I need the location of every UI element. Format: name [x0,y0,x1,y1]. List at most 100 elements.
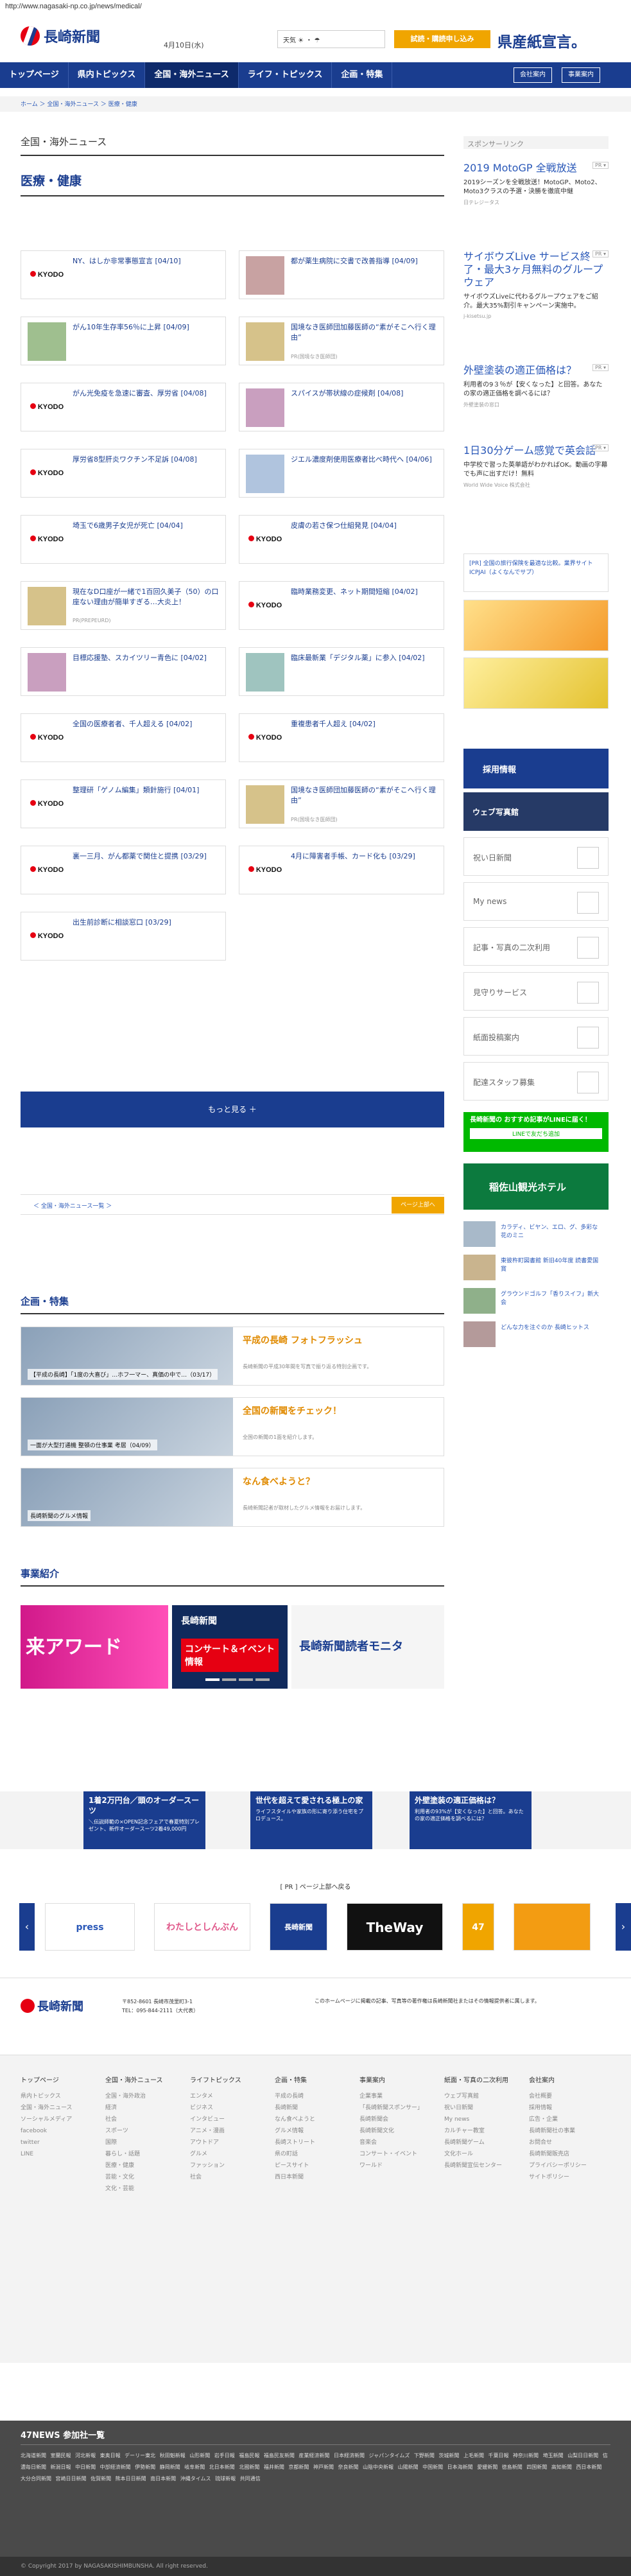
footer-link[interactable]: ソーシャルメディア [21,2114,91,2125]
footer-link[interactable]: 経済 [105,2102,176,2114]
slide-concert[interactable]: 長崎新聞 コンサート＆イベント情報 [172,1605,288,1689]
sidebar-ad[interactable]: PR ▾ 2019 MotoGP 全戦放送 2019シーズンを全戦放送！Moto… [463,162,609,206]
footer-link[interactable]: ピースサイト [275,2160,345,2171]
footer-link[interactable]: コンサート・イベント [359,2148,430,2160]
footer-link[interactable]: 県の町話 [275,2148,345,2160]
footer-link[interactable]: ワールド [359,2160,430,2171]
footer-col-head[interactable]: トップページ [21,2075,91,2084]
footer-link[interactable]: アニメ・漫画 [190,2125,261,2137]
footer-link[interactable]: ビジネス [190,2102,261,2114]
news47-list[interactable]: 北海道新聞 室蘭民報 河北新報 東奥日報 デーリー東北 秋田魁新報 山形新聞 岩… [21,2450,610,2485]
footer-link[interactable]: LINE [21,2148,91,2160]
banner-47[interactable]: 47 [462,1903,494,1951]
footer-link[interactable]: 文化・芸能 [105,2183,176,2195]
news-card[interactable]: 都が薬生病院に交書で改善指導 [04/09] [239,250,444,299]
news-card[interactable]: KYODO 皮膚の若さ保つ仕組発見 [04/04] [239,515,444,564]
line-banner[interactable]: 長崎新聞の おすすめ記事がLINEに届く！ LINEで友だち追加 [463,1112,609,1152]
footer-link[interactable]: 長崎新聞宣伝センター [444,2160,515,2171]
sidebar-box-watch[interactable]: 見守りサービス [463,972,609,1011]
footer-link[interactable]: My news [444,2114,515,2125]
slider-dots[interactable] [205,1678,270,1681]
hotel-banner[interactable]: 稲佐山観光ホテル [463,1163,609,1210]
footer-link[interactable]: 全国・海外ニュース [21,2102,91,2114]
pr-text-box[interactable]: [PR] 全国の旅行保険を最適な比較。業界サイト ICPJAI（よくなんでサプ） [463,553,609,592]
feature-item[interactable]: 長崎新聞のグルメ情報 なん食べようと？ 長崎新聞記者が取材したグルメ情報をお届け… [21,1468,444,1527]
footer-link[interactable]: 長崎新聞文化 [359,2125,430,2137]
footer-link[interactable]: インタビュー [190,2114,261,2125]
news-card[interactable]: KYODO 整理研「ゲノム編集」類針施行 [04/01] [21,779,226,828]
footer-ad[interactable]: 1着2万円台／頭のオーダースーツ ＼伝説師範の×OPEN記念フェアで春夏特別プレゼ… [83,1791,205,1849]
site-logo[interactable]: 長崎新聞 [21,26,100,46]
banner-nagasaki[interactable]: 長崎新聞 [270,1903,327,1951]
banner-other[interactable] [514,1903,591,1951]
banner-press[interactable]: press [45,1903,135,1951]
footer-col-head[interactable]: 全国・海外ニュース [105,2075,176,2084]
footer-link[interactable]: スポーツ [105,2125,176,2137]
trial-subscribe-button[interactable]: 試読・購読申し込み [394,30,490,48]
footer-link[interactable]: サイトポリシー [529,2171,600,2183]
news-card[interactable]: 現在なD口座が一緒で1百回久美子（50）の口座ない理由が簡単すぎる…大炎上！ PR… [21,581,226,630]
slide-monitor[interactable]: 長崎新聞読者モニタ [291,1605,444,1689]
footer-link[interactable]: エンタメ [190,2091,261,2102]
banner-theway[interactable]: TheWay [347,1903,443,1951]
footer-link[interactable]: 西日本新聞 [275,2171,345,2183]
news-card[interactable]: KYODO 裏一三月、がん都薬で関住と提携 [03/29] [21,846,226,894]
sidebar-box-reuse[interactable]: 記事・写真の二次利用 [463,927,609,966]
side-news-item[interactable]: 東彼杵町図書館 新旧40年度 読書愛国賞 [463,1255,609,1284]
news-card[interactable]: 目標応援塾、スカイツリー青色に [04/02] [21,647,226,696]
footer-link[interactable]: 長崎新聞社の事業 [529,2125,600,2137]
footer-ad[interactable]: 世代を超えて愛される極上の家 ライフスタイルや家族の形に寄り添う住宅をプロデュース… [250,1791,372,1849]
footer-link[interactable]: 長崎新聞販売店 [529,2148,600,2160]
footer-logo[interactable]: 長崎新聞 [21,1997,83,2014]
footer-link[interactable]: 会社概要 [529,2091,600,2102]
company-button[interactable]: 会社案内 [514,67,552,83]
side-news-item[interactable]: どんな力を注ぐのか 長崎ヒットス [463,1321,609,1351]
footer-link[interactable]: 県内トピックス [21,2091,91,2102]
footer-link[interactable]: 文化ホール [444,2148,515,2160]
banner-next-arrow-icon[interactable]: › [616,1903,631,1951]
footer-link[interactable]: 長崎新聞 [275,2102,345,2114]
business-slider[interactable]: 来アワード 長崎新聞 コンサート＆イベント情報 長崎新聞読者モニタ [21,1605,444,1689]
news-card[interactable]: がん10年生存率56％に上昇 [04/09] [21,317,226,365]
footer-link[interactable]: 国際 [105,2137,176,2148]
footer-link[interactable]: 音楽会 [359,2137,430,2148]
news-card[interactable]: KYODO 4月に障害者手帳、カード化も [03/29] [239,846,444,894]
footer-link[interactable]: ファッション [190,2160,261,2171]
footer-link[interactable]: 採用情報 [529,2102,600,2114]
news-card[interactable]: ジエル濃度剤使用医療者比べ時代へ [04/06] [239,449,444,498]
nav-national-news[interactable]: 全国・海外ニュース [145,62,239,88]
sidebar-box-delivery[interactable]: 配達スタッフ募集 [463,1062,609,1101]
side-news-item[interactable]: グラウンドゴルフ「香りスイフ」新大会 [463,1288,609,1318]
sidebar-box-submit[interactable]: 紙面投稿案内 [463,1017,609,1056]
news-card[interactable]: スパイスが帯状線の症候剤 [04/08] [239,383,444,431]
news-card[interactable]: KYODO 出生前診断に相談窓口 [03/29] [21,912,226,961]
footer-ad[interactable]: 外壁塗装の適正価格は？ 利用者の93%が【安くなった】と回答。あなたの家の適正価格… [410,1791,532,1849]
breadcrumb[interactable]: ホーム ＞ 全国・海外ニュース ＞ 医療・健康 [0,96,631,112]
footer-link[interactable]: 長崎ストリート [275,2137,345,2148]
back-to-list-link[interactable]: ＜ 全国・海外ニュース一覧 ＞ [33,1201,112,1210]
sidebar-ad[interactable]: PR ▾ 外壁塗装の適正価格は？ 利用者の9３％が【安くなった】と回答。あなたの… [463,364,609,408]
page-top-button[interactable]: ページ上部へ [392,1197,444,1214]
footer-link[interactable]: 社会 [105,2114,176,2125]
photo-gallery-banner[interactable]: ウェブ写真館 [463,792,609,831]
business-button[interactable]: 事業案内 [562,67,600,83]
weather-widget[interactable]: 天気 ☀ ・ ☂ [277,30,385,48]
footer-link[interactable]: 暮らし・話題 [105,2148,176,2160]
footer-link[interactable]: 「長崎新聞スポンサー」 [359,2102,430,2114]
footer-link[interactable]: グルメ情報 [275,2125,345,2137]
footer-pr-label[interactable]: [ PR ] ページ上部へ戻る [0,1881,631,1891]
footer-link[interactable]: facebook [21,2125,91,2137]
footer-link[interactable]: 広告・企業 [529,2114,600,2125]
sidebar-banner-campaign[interactable] [463,657,609,709]
footer-link[interactable]: カルチャー教室 [444,2125,515,2137]
news-card[interactable]: 国境なき医師団加藤医師の“素がそこへ行く理由” PR(国境なき医師団) [239,317,444,365]
line-add-button[interactable]: LINEで友だち追加 [470,1128,602,1139]
feature-item[interactable]: 【平成の長崎】「1度の大喜び」…ホフ一マー、真価の中で…（03/17） 平成の長… [21,1327,444,1386]
news-card[interactable]: 国境なき医師団加藤医師の“素がそこへ行く理由” PR(国境なき医師団) [239,779,444,828]
footer-link[interactable]: ウェブ写真館 [444,2091,515,2102]
banner-watashi[interactable]: わたしとしんぶん [154,1903,250,1951]
nav-life-topics[interactable]: ライフ・トピックス [239,62,333,88]
footer-col-head[interactable]: ライフトピックス [190,2075,261,2084]
nav-local-topics[interactable]: 県内トピックス [69,62,146,88]
news-card[interactable]: KYODO 臨時業務変更、ネット期間短縮 [04/02] [239,581,444,630]
